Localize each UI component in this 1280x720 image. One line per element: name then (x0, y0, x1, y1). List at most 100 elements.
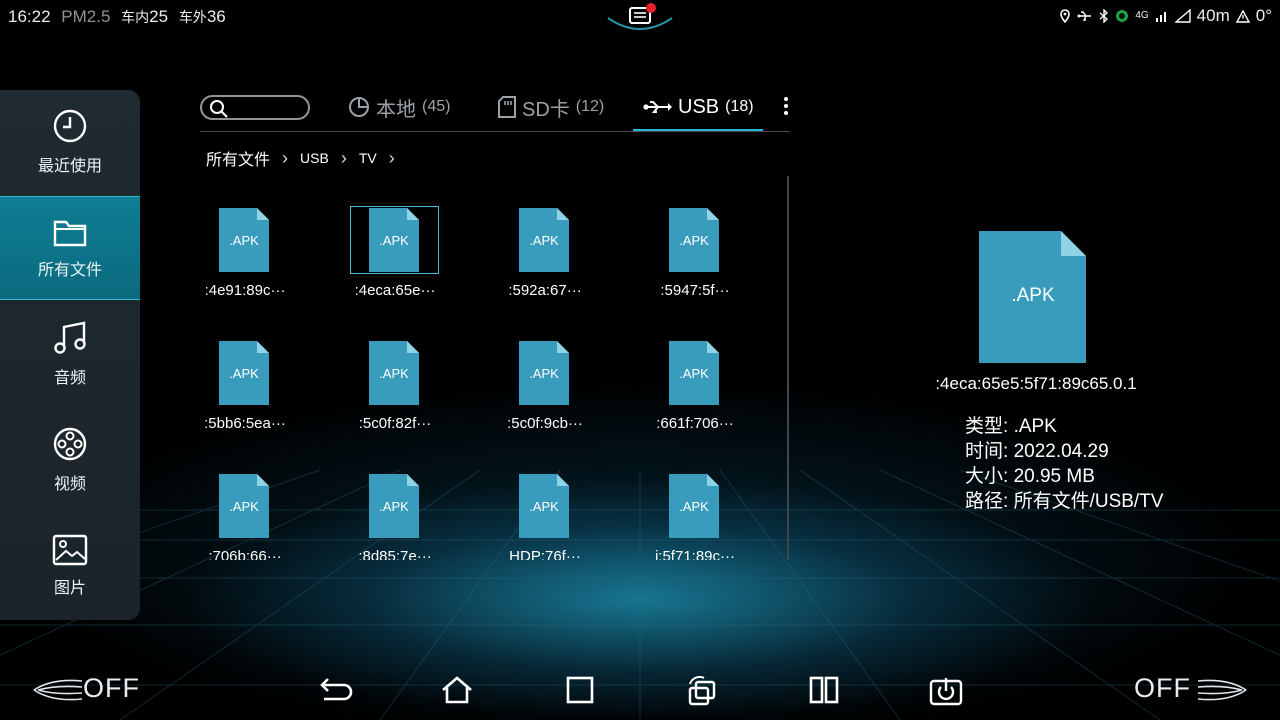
breadcrumb: 所有文件 › USB › TV › (206, 146, 395, 170)
apk-file-icon: .APK (979, 231, 1086, 363)
breadcrumb-item[interactable]: USB (300, 150, 329, 166)
file-name: :4eca:65e··· (354, 282, 436, 299)
apk-file-icon: .APK (369, 474, 419, 538)
detail-file-name: :4eca:65e5:5f71:89c65.0.1 (935, 374, 1137, 393)
network-type: 4G (1135, 10, 1149, 21)
apk-file-icon: .APK (219, 474, 269, 538)
tab-sd-card[interactable]: SD卡 (12) (498, 92, 604, 122)
file-item[interactable]: .APK:4e91:89c··· (190, 200, 300, 310)
file-item[interactable]: .APK:592a:67··· (490, 200, 600, 310)
chevron-right-icon: › (388, 147, 395, 168)
file-name: i:5f71:89c··· (654, 548, 736, 560)
file-item[interactable]: .APK :661f:706··· (640, 333, 750, 443)
file-name: :8d85:7e··· (358, 548, 432, 560)
file-name: HDP:76f··· (509, 548, 581, 560)
file-name: :706b:66··· (208, 548, 282, 560)
file-type-label: .APK (679, 499, 709, 514)
apk-file-icon: .APK (669, 341, 719, 405)
tab-local[interactable]: 本地 (45) (348, 92, 450, 122)
tab-count: (18) (725, 98, 754, 115)
sidebar-item-all-files[interactable]: 所有文件 (0, 196, 140, 300)
pie-icon (349, 97, 369, 117)
tab-count: (45) (422, 98, 451, 115)
music-icon (54, 321, 86, 354)
file-name: :5947:5f··· (660, 282, 730, 299)
file-type-label: .APK (529, 233, 559, 248)
more-menu-icon[interactable] (782, 97, 790, 117)
apk-file-icon: .APK (669, 474, 719, 538)
sidebar-item-recent[interactable]: 最近使用 (0, 90, 140, 194)
notification-badge (646, 3, 656, 13)
right-climate-off[interactable]: OFF (1134, 673, 1191, 704)
signal-icon (1155, 12, 1166, 22)
path-value: 所有文件/USB/TV (1013, 491, 1164, 512)
file-type-label: .APK (679, 233, 709, 248)
apk-file-icon: .APK (219, 341, 269, 405)
outside-temp-label: 车外 (178, 9, 207, 25)
file-item[interactable]: .APK :5bb6:5ea··· (190, 333, 300, 443)
sidebar-item-pictures[interactable]: 图片 (0, 514, 140, 618)
status-bar: 16:22 PM2.5 车内25 车外36 4G 40m 0° (0, 0, 1280, 34)
type-label: 类型: (965, 416, 1009, 437)
outside-temp-value: 36 (206, 7, 226, 26)
status-left: 16:22 PM2.5 车内25 车外36 (8, 7, 232, 27)
wifi-icon (1174, 9, 1191, 23)
breadcrumb-item[interactable]: TV (359, 150, 377, 166)
file-name: :661f:706··· (656, 415, 734, 432)
clock-time: 16:22 (8, 7, 51, 26)
image-icon (52, 534, 88, 566)
tab-label: SD卡 (522, 98, 570, 121)
file-item[interactable]: .APK :5947:5f··· (640, 200, 750, 310)
file-item[interactable]: .APK i:5f71:89c··· (640, 466, 750, 560)
status-right: 4G 40m 0° (1059, 6, 1272, 26)
file-name: :5c0f:82f··· (358, 415, 432, 432)
film-reel-icon (53, 427, 87, 461)
path-label: 路径: (965, 491, 1009, 512)
left-climate-off[interactable]: OFF (83, 673, 140, 704)
time-label: 时间: (965, 441, 1009, 462)
file-type-label: .APK (379, 366, 409, 381)
sidebar-item-audio[interactable]: 音频 (0, 302, 140, 406)
tab-usb[interactable]: USB (18) (642, 92, 754, 122)
file-type-label: .APK (529, 366, 559, 381)
back-icon[interactable] (318, 676, 354, 704)
sidebar-item-video[interactable]: 视频 (0, 408, 140, 512)
apk-file-icon: .APK (369, 341, 419, 405)
usb-icon (1077, 11, 1092, 21)
split-screen-icon[interactable] (809, 676, 839, 704)
alert-icon (1235, 9, 1250, 23)
power-icon[interactable] (929, 676, 963, 706)
left-climate-wing-icon (33, 679, 83, 701)
file-item[interactable]: .APK HDP:76f··· (490, 466, 600, 560)
file-type-label: .APK (229, 366, 259, 381)
rotate-screen-icon[interactable] (686, 676, 718, 706)
file-item[interactable]: .APK:4eca:65e··· (340, 200, 450, 310)
search-input[interactable] (200, 95, 310, 120)
bluetooth-icon (1099, 9, 1109, 23)
file-name: :4e91:89c··· (204, 282, 286, 299)
location-icon (1060, 9, 1071, 23)
recent-apps-icon[interactable] (566, 676, 594, 704)
usb-icon (643, 101, 672, 113)
file-item[interactable]: .APK :706b:66··· (190, 466, 300, 560)
tab-count: (12) (575, 98, 605, 115)
file-item[interactable]: .APK :8d85:7e··· (340, 466, 450, 560)
sidebar-item-label: 音频 (53, 370, 86, 387)
file-name: :5bb6:5ea··· (204, 415, 286, 432)
chevron-right-icon: › (282, 147, 289, 168)
apk-file-icon: .APK (519, 341, 569, 405)
file-item[interactable]: .APK:5c0f:9cb··· (490, 333, 600, 443)
apk-file-icon: .APK (519, 208, 569, 272)
notification-tab[interactable] (604, 0, 676, 30)
folder-icon (53, 220, 87, 247)
file-grid: .APK:4e91:89c··· .APK:4eca:65e··· .APK:592… (190, 200, 780, 560)
breadcrumb-item[interactable]: 所有文件 (206, 146, 270, 170)
file-item[interactable]: .APK :5c0f:82f··· (340, 333, 450, 443)
sidebar-item-label: 图片 (53, 580, 86, 597)
tab-label: 本地 (376, 98, 416, 121)
pane-divider (787, 176, 789, 560)
home-icon[interactable] (441, 676, 473, 704)
file-type-label: .APK (679, 366, 709, 381)
status-extra: 0° (1255, 6, 1272, 25)
sidebar-item-label: 视频 (53, 476, 86, 493)
